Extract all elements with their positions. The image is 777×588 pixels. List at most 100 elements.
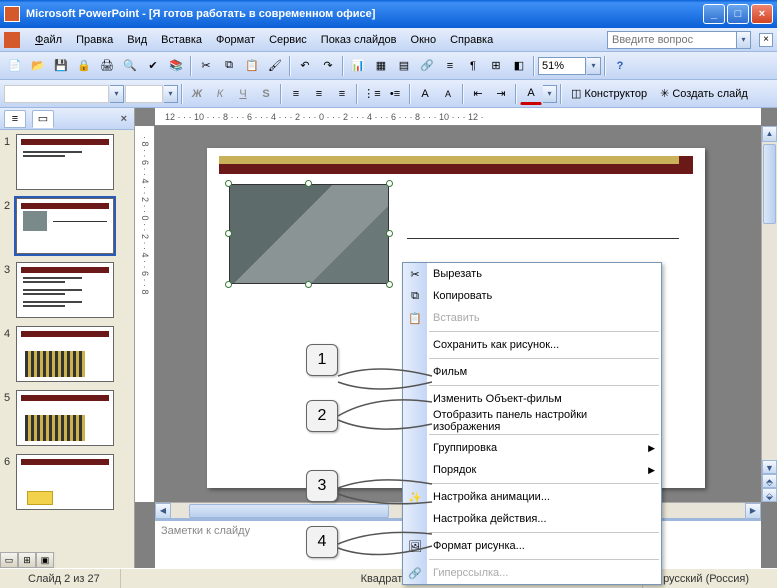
undo-icon[interactable]: ↶: [294, 55, 316, 77]
ask-a-question[interactable]: ▾: [607, 31, 751, 49]
menu-insert[interactable]: Вставка: [154, 31, 209, 49]
color-grayscale-icon[interactable]: ◧: [508, 55, 530, 77]
font-name-box[interactable]: [4, 85, 109, 103]
insert-hyperlink-icon[interactable]: 🔗: [416, 55, 438, 77]
redo-icon[interactable]: ↷: [317, 55, 339, 77]
ctx-action-settings[interactable]: Настройка действия...: [403, 508, 661, 530]
insert-table-icon[interactable]: ▦: [370, 55, 392, 77]
italic-icon[interactable]: К: [209, 83, 231, 105]
close-button[interactable]: ×: [751, 4, 773, 24]
scroll-up-button[interactable]: ▲: [762, 126, 777, 142]
ctx-custom-animation[interactable]: ✨Настройка анимации...: [403, 486, 661, 508]
bold-icon[interactable]: Ж: [186, 83, 208, 105]
minimize-button[interactable]: _: [703, 4, 725, 24]
scroll-right-button[interactable]: ▶: [745, 503, 761, 519]
normal-view-button[interactable]: ▭: [0, 552, 18, 568]
new-icon[interactable]: 📄: [4, 55, 26, 77]
align-center-icon[interactable]: ≡: [308, 83, 330, 105]
menu-slideshow[interactable]: Показ слайдов: [314, 31, 404, 49]
ctx-save-as-picture[interactable]: Сохранить как рисунок...: [403, 334, 661, 356]
vertical-scrollbar[interactable]: ▲ ▼ ⬘ ⬙: [761, 126, 777, 502]
zoom-box[interactable]: 51%: [538, 57, 586, 75]
cut-icon[interactable]: ✂: [195, 55, 217, 77]
ctx-movie[interactable]: Фильм: [403, 361, 661, 383]
insert-chart-icon[interactable]: 📊: [347, 55, 369, 77]
slide-thumbnail-6[interactable]: [16, 454, 114, 510]
decrease-font-icon[interactable]: A: [437, 83, 459, 105]
ctx-grouping[interactable]: Группировка▶: [403, 437, 661, 459]
ctx-edit-movie-object[interactable]: Изменить Объект-фильм: [403, 388, 661, 410]
shadow-icon[interactable]: S: [255, 83, 277, 105]
ctx-format-picture[interactable]: 🖼Формат рисунка...: [403, 535, 661, 557]
paste-icon[interactable]: 📋: [241, 55, 263, 77]
slides-tab[interactable]: ▭: [32, 110, 54, 128]
selection-handle[interactable]: [225, 230, 232, 237]
selection-handle[interactable]: [225, 180, 232, 187]
close-pane-button[interactable]: ×: [118, 113, 130, 125]
selection-handle[interactable]: [386, 230, 393, 237]
slide-thumbnail-1[interactable]: [16, 134, 114, 190]
ctx-copy[interactable]: ⧉Копировать: [403, 285, 661, 307]
menu-help[interactable]: Справка: [443, 31, 500, 49]
zoom-dropdown[interactable]: ▾: [587, 57, 601, 75]
align-right-icon[interactable]: ≡: [331, 83, 353, 105]
doc-system-icon[interactable]: [4, 32, 20, 48]
spelling-icon[interactable]: ✔: [142, 55, 164, 77]
selection-handle[interactable]: [305, 281, 312, 288]
font-color-icon[interactable]: A: [520, 83, 542, 105]
decrease-indent-icon[interactable]: ⇤: [467, 83, 489, 105]
scroll-down-button[interactable]: ▼: [762, 460, 777, 474]
outline-tab[interactable]: ≡: [4, 110, 26, 128]
print-preview-icon[interactable]: 🔍: [119, 55, 141, 77]
selection-handle[interactable]: [305, 180, 312, 187]
prev-slide-button[interactable]: ⬘: [762, 474, 777, 488]
new-slide-button[interactable]: ✳Создать слайд: [654, 85, 754, 102]
copy-icon[interactable]: ⧉: [218, 55, 240, 77]
save-icon[interactable]: 💾: [50, 55, 72, 77]
menu-view[interactable]: Вид: [120, 31, 154, 49]
menu-file[interactable]: Файл: [28, 31, 69, 49]
ctx-show-picture-toolbar[interactable]: Отобразить панель настройки изображения: [403, 410, 661, 432]
font-size-box[interactable]: [125, 85, 163, 103]
maximize-button[interactable]: □: [727, 4, 749, 24]
tables-borders-icon[interactable]: ▤: [393, 55, 415, 77]
underline-icon[interactable]: Ч: [232, 83, 254, 105]
show-formatting-icon[interactable]: ¶: [462, 55, 484, 77]
permission-icon[interactable]: 🔒: [73, 55, 95, 77]
selection-handle[interactable]: [225, 281, 232, 288]
next-slide-button[interactable]: ⬙: [762, 488, 777, 502]
slide-thumbnail-2[interactable]: [16, 198, 114, 254]
menu-edit[interactable]: Правка: [69, 31, 120, 49]
format-painter-icon[interactable]: 🖌: [264, 55, 286, 77]
bullets-icon[interactable]: •≡: [384, 83, 406, 105]
ctx-cut[interactable]: ✂Вырезать: [403, 263, 661, 285]
ask-dropdown[interactable]: ▾: [737, 31, 751, 49]
menu-format[interactable]: Формат: [209, 31, 262, 49]
selection-handle[interactable]: [386, 180, 393, 187]
increase-font-icon[interactable]: A: [414, 83, 436, 105]
align-left-icon[interactable]: ≡: [285, 83, 307, 105]
font-size-dropdown[interactable]: ▾: [164, 85, 178, 103]
slide-thumbnail-5[interactable]: [16, 390, 114, 446]
ctx-order[interactable]: Порядок▶: [403, 459, 661, 481]
slide-sorter-view-button[interactable]: ⊞: [18, 552, 36, 568]
slide-design-button[interactable]: ◫Конструктор: [565, 85, 653, 102]
print-icon[interactable]: 🖨: [96, 55, 118, 77]
slide-thumbnails[interactable]: 1 2 3 4 5 6: [0, 130, 134, 568]
movie-object[interactable]: [229, 184, 389, 284]
open-icon[interactable]: 📂: [27, 55, 49, 77]
research-icon[interactable]: 📚: [165, 55, 187, 77]
show-grid-icon[interactable]: ⊞: [485, 55, 507, 77]
doc-close-button[interactable]: ×: [759, 33, 773, 47]
font-name-dropdown[interactable]: ▾: [110, 85, 124, 103]
slideshow-view-button[interactable]: ▣: [36, 552, 54, 568]
scroll-left-button[interactable]: ◀: [155, 503, 171, 519]
numbering-icon[interactable]: ⋮≡: [361, 83, 383, 105]
increase-indent-icon[interactable]: ⇥: [490, 83, 512, 105]
selection-handle[interactable]: [386, 281, 393, 288]
menu-tools[interactable]: Сервис: [262, 31, 314, 49]
help-icon[interactable]: ?: [609, 55, 631, 77]
ask-input[interactable]: [607, 31, 737, 49]
expand-all-icon[interactable]: ≡: [439, 55, 461, 77]
vscroll-thumb[interactable]: [763, 144, 776, 224]
